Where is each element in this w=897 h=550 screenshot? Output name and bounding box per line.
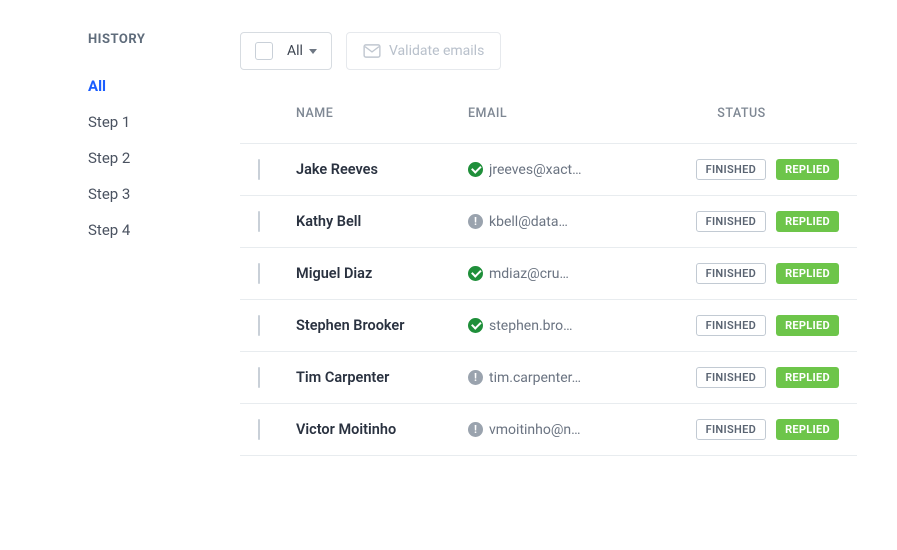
header-name: NAME [296,106,468,121]
table-row: Jake Reeves jreeves@xact… FINISHED REPLIED [240,144,857,196]
status-badge-replied: REPLIED [776,367,839,388]
status-badge-finished: FINISHED [696,419,766,440]
sidebar-item-step-3[interactable]: Step 3 [88,185,188,203]
email-icon [363,44,381,58]
row-email-text: jreeves@xact… [489,162,581,178]
table-row: Miguel Diaz mdiaz@cru… FINISHED REPLIED [240,248,857,300]
row-checkbox[interactable] [258,159,260,180]
row-email[interactable]: mdiaz@cru… [468,266,624,282]
status-badge-finished: FINISHED [696,159,766,180]
row-status: FINISHED REPLIED [644,211,839,232]
row-status: FINISHED REPLIED [644,159,839,180]
header-status: STATUS [644,106,839,121]
row-email[interactable]: vmoitinho@n… [468,422,624,438]
row-name[interactable]: Jake Reeves [296,161,468,178]
validate-label: Validate emails [389,43,484,59]
row-name[interactable]: Tim Carpenter [296,369,468,386]
sidebar-item-step-1[interactable]: Step 1 [88,113,188,131]
status-badge-finished: FINISHED [696,367,766,388]
row-status: FINISHED REPLIED [644,367,839,388]
row-email-text: tim.carpenter… [489,370,581,386]
table-header: NAME EMAIL STATUS [240,106,857,143]
validate-emails-button[interactable]: Validate emails [346,32,501,70]
row-email[interactable]: jreeves@xact… [468,162,624,178]
row-name[interactable]: Kathy Bell [296,213,468,230]
header-email: EMAIL [468,106,624,121]
sidebar-item-step-2[interactable]: Step 2 [88,149,188,167]
unknown-icon [468,370,483,385]
row-checkbox[interactable] [258,367,260,388]
sidebar-title: HISTORY [88,32,188,47]
row-email[interactable]: kbell@data… [468,214,624,230]
main-content: All Validate emails NAME EMAIL STATUS [240,32,857,456]
table-row: Stephen Brooker stephen.bro… FINISHED REPLI… [240,300,857,352]
sidebar-item-step-4[interactable]: Step 4 [88,221,188,239]
status-badge-replied: REPLIED [776,315,839,336]
row-name[interactable]: Stephen Brooker [296,317,468,334]
row-email-text: kbell@data… [489,214,568,230]
table-row: Tim Carpenter tim.carpenter… FINISHED REPLI… [240,352,857,404]
row-status: FINISHED REPLIED [644,419,839,440]
sidebar: HISTORY All Step 1 Step 2 Step 3 Step 4 [88,32,188,456]
table-row: Kathy Bell kbell@data… FINISHED REPLIED [240,196,857,248]
row-status: FINISHED REPLIED [644,315,839,336]
row-checkbox[interactable] [258,211,260,232]
table-row: Victor Moitinho vmoitinho@n… FINISHED REPLI… [240,404,857,456]
status-badge-finished: FINISHED [696,211,766,232]
filter-dropdown[interactable]: All [240,32,332,70]
chevron-down-icon [309,49,317,54]
row-email-text: mdiaz@cru… [489,266,569,282]
status-badge-replied: REPLIED [776,211,839,232]
unknown-icon [468,422,483,437]
row-status: FINISHED REPLIED [644,263,839,284]
status-badge-finished: FINISHED [696,315,766,336]
toolbar: All Validate emails [240,32,857,70]
status-badge-replied: REPLIED [776,263,839,284]
status-badge-finished: FINISHED [696,263,766,284]
row-checkbox[interactable] [258,263,260,284]
row-email[interactable]: tim.carpenter… [468,370,624,386]
row-checkbox[interactable] [258,315,260,336]
row-email-text: vmoitinho@n… [489,422,581,438]
filter-label: All [287,43,303,59]
unknown-icon [468,214,483,229]
row-email[interactable]: stephen.bro… [468,318,624,334]
row-name[interactable]: Miguel Diaz [296,265,468,282]
status-badge-replied: REPLIED [776,419,839,440]
select-all-checkbox[interactable] [255,42,273,60]
row-checkbox[interactable] [258,419,260,440]
verified-icon [468,318,483,333]
row-email-text: stephen.bro… [489,318,572,334]
sidebar-nav: All Step 1 Step 2 Step 3 Step 4 [88,77,188,239]
status-badge-replied: REPLIED [776,159,839,180]
sidebar-item-all[interactable]: All [88,77,188,95]
verified-icon [468,162,483,177]
table-body: Jake Reevesjreeves@xact…FINISHEDREPLIEDK… [240,143,857,456]
verified-icon [468,266,483,281]
row-name[interactable]: Victor Moitinho [296,421,468,438]
